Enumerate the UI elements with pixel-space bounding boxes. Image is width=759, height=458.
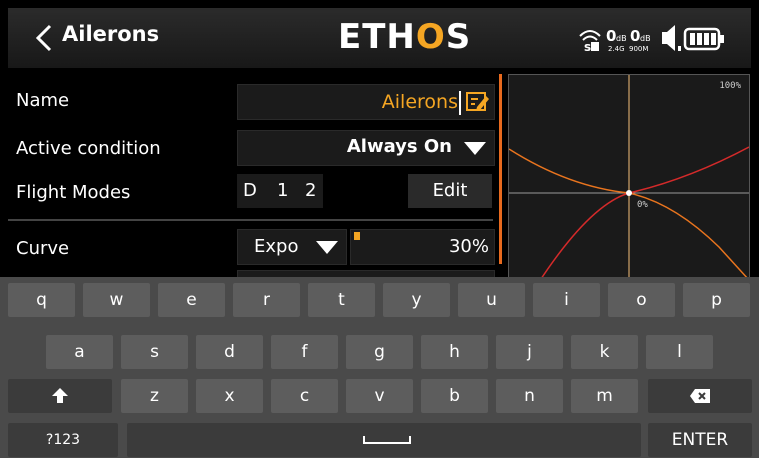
key-m[interactable]: m bbox=[571, 379, 638, 413]
flight-modes-edit-button[interactable]: Edit bbox=[408, 174, 492, 208]
backspace-key[interactable] bbox=[648, 379, 752, 413]
enter-key[interactable]: ENTER bbox=[648, 423, 752, 457]
svg-text:dB: dB bbox=[640, 34, 651, 43]
ethos-logo: ETHOS bbox=[338, 17, 472, 57]
flight-modes-label: Flight Modes bbox=[16, 182, 131, 203]
svg-text:dB: dB bbox=[616, 34, 627, 43]
page-title: Ailerons bbox=[62, 22, 160, 46]
key-e[interactable]: e bbox=[158, 283, 225, 317]
name-value: Ailerons bbox=[381, 91, 458, 113]
text-cursor bbox=[459, 91, 461, 115]
curve-label: Curve bbox=[16, 238, 70, 259]
key-r[interactable]: r bbox=[233, 283, 300, 317]
svg-text:s: s bbox=[584, 40, 591, 54]
key-b[interactable]: b bbox=[421, 379, 488, 413]
back-arrow-icon[interactable] bbox=[30, 20, 60, 56]
graph-max-label: 100% bbox=[719, 81, 741, 91]
keyboard-mode-key[interactable]: ?123 bbox=[8, 423, 118, 457]
flight-modes-box[interactable]: D 1 2 bbox=[237, 174, 323, 208]
screen: Ailerons ETHOS s 0 dB 0 dB 2.4G 900M Nam… bbox=[0, 0, 759, 458]
speaker-icon bbox=[662, 25, 681, 51]
svg-text:900M: 900M bbox=[629, 45, 648, 53]
curve-value-level-indicator bbox=[354, 232, 360, 240]
active-condition-label: Active condition bbox=[16, 138, 161, 159]
key-k[interactable]: k bbox=[571, 335, 638, 369]
key-a[interactable]: a bbox=[46, 335, 113, 369]
virtual-keyboard: qwertyuiop asdfghjkl zxcvbnm ?123 ENTER bbox=[0, 277, 759, 458]
space-bar-icon bbox=[363, 436, 411, 444]
chevron-down-icon bbox=[464, 142, 486, 155]
key-v[interactable]: v bbox=[346, 379, 413, 413]
graph-zero-label: 0% bbox=[637, 200, 648, 210]
key-q[interactable]: q bbox=[8, 283, 75, 317]
header-bar: Ailerons ETHOS s 0 dB 0 dB 2.4G 900M bbox=[8, 8, 751, 68]
curve-value-field[interactable]: 30% bbox=[350, 229, 495, 265]
flight-mode-d: D bbox=[243, 180, 257, 201]
curve-center-point bbox=[626, 190, 632, 196]
flight-mode-1: 1 bbox=[277, 180, 289, 201]
key-j[interactable]: j bbox=[496, 335, 563, 369]
scroll-indicator bbox=[499, 74, 502, 264]
rssi2-value: 0 bbox=[630, 27, 640, 45]
chevron-down-icon bbox=[316, 241, 338, 254]
key-z[interactable]: z bbox=[121, 379, 188, 413]
key-p[interactable]: p bbox=[683, 283, 750, 317]
active-condition-dropdown[interactable]: Always On bbox=[237, 130, 495, 166]
key-n[interactable]: n bbox=[496, 379, 563, 413]
key-l[interactable]: l bbox=[646, 335, 713, 369]
key-u[interactable]: u bbox=[458, 283, 525, 317]
status-indicators: s 0 dB 0 dB 2.4G 900M bbox=[579, 25, 724, 54]
rssi-icon: s bbox=[579, 30, 601, 54]
curve-line-red bbox=[536, 146, 749, 285]
key-t[interactable]: t bbox=[308, 283, 375, 317]
section-divider bbox=[8, 219, 493, 221]
curve-type-value: Expo bbox=[254, 236, 299, 257]
key-f[interactable]: f bbox=[271, 335, 338, 369]
space-key[interactable] bbox=[127, 423, 641, 457]
key-d[interactable]: d bbox=[196, 335, 263, 369]
curve-value: 30% bbox=[448, 236, 489, 257]
shift-arrow-icon bbox=[52, 388, 68, 403]
key-h[interactable]: h bbox=[421, 335, 488, 369]
key-g[interactable]: g bbox=[346, 335, 413, 369]
shift-key[interactable] bbox=[8, 379, 112, 413]
curve-graph: 100% 0% bbox=[508, 74, 750, 286]
key-c[interactable]: c bbox=[271, 379, 338, 413]
key-y[interactable]: y bbox=[383, 283, 450, 317]
name-field[interactable]: Ailerons bbox=[237, 84, 495, 120]
backspace-icon bbox=[690, 389, 710, 403]
key-x[interactable]: x bbox=[196, 379, 263, 413]
key-w[interactable]: w bbox=[83, 283, 150, 317]
rssi1-value: 0 bbox=[606, 27, 616, 45]
battery-icon bbox=[683, 27, 724, 51]
active-condition-value: Always On bbox=[346, 136, 452, 157]
key-i[interactable]: i bbox=[533, 283, 600, 317]
key-o[interactable]: o bbox=[608, 283, 675, 317]
name-label: Name bbox=[16, 90, 70, 111]
edit-icon[interactable] bbox=[465, 90, 489, 114]
svg-text:2.4G: 2.4G bbox=[608, 45, 625, 53]
curve-type-dropdown[interactable]: Expo bbox=[237, 229, 347, 265]
key-s[interactable]: s bbox=[121, 335, 188, 369]
flight-mode-2: 2 bbox=[305, 180, 317, 201]
